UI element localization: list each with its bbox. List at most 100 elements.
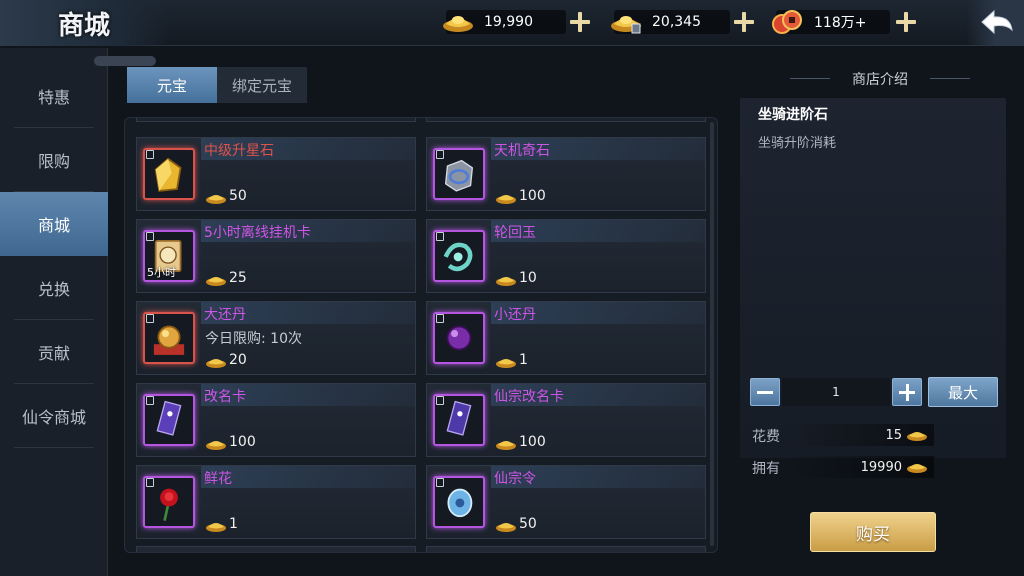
buy-button[interactable]: 购买 [810, 512, 936, 552]
gold-ingot-icon [206, 195, 226, 204]
item-card[interactable]: 中级升星石 50 [136, 137, 416, 211]
nav-item-label: 商城 [37, 216, 70, 235]
item-price: 50 [229, 188, 247, 204]
gold-ingot-icon [496, 277, 516, 286]
decorative-handle [94, 56, 156, 66]
top-bar: 商城 19,990 20,345 118万+ [0, 0, 1024, 46]
shop-intro-label: 商店介绍 [852, 72, 908, 88]
selected-item-desc: 坐骑升阶消耗 [758, 136, 837, 151]
gold-ingot-icon [443, 16, 473, 32]
item-card[interactable]: 5小时离线挂机卡 5小时 25 [136, 219, 416, 293]
item-name: 鲜花 [204, 471, 232, 487]
tab-yuanbao[interactable]: 元宝 [127, 67, 217, 103]
nav-item-label: 限购 [37, 152, 70, 171]
bound-lock-icon [436, 150, 444, 159]
item-name: 仙宗令 [494, 471, 536, 487]
decrease-quantity-button[interactable] [750, 378, 780, 406]
item-card[interactable]: 轮回玉 10 [426, 219, 706, 293]
item-name: 中级升星石 [204, 143, 274, 159]
gold-ingot-icon [206, 277, 226, 286]
grid-scrollbar[interactable] [710, 122, 714, 546]
bound-lock-icon [146, 396, 154, 405]
back-arrow-icon [981, 9, 1013, 35]
left-nav: 特惠 限购 商城 兑换 贡献 仙令商城 [0, 48, 108, 576]
item-card[interactable]: 改名卡 100 [136, 383, 416, 457]
back-button[interactable] [966, 0, 1024, 46]
item-price: 50 [519, 516, 537, 532]
item-purchase-limit: 今日限购: 10次 [205, 331, 302, 347]
item-name: 5小时离线挂机卡 [204, 225, 311, 241]
increase-quantity-button[interactable] [892, 378, 922, 406]
item-card[interactable]: 小还丹 1 [426, 301, 706, 375]
owned-label: 拥有 [752, 461, 780, 477]
item-card-partial [136, 546, 416, 552]
currency-gold: 19,990 [443, 8, 566, 36]
nav-item-specials[interactable]: 特惠 [0, 64, 108, 128]
item-price: 1 [519, 352, 528, 368]
gold-ingot-icon [206, 441, 226, 450]
item-name-bar [201, 466, 415, 488]
currency-bound-gold: 20,345 [611, 8, 730, 36]
add-gold-button[interactable] [566, 8, 594, 36]
item-card-partial [426, 546, 706, 552]
quantity-field[interactable]: 1 [782, 378, 890, 406]
tab-label: 绑定元宝 [231, 76, 292, 95]
gold-ingot-icon [496, 359, 516, 368]
nav-item-mall[interactable]: 商城 [0, 192, 108, 256]
item-price: 1 [229, 516, 238, 532]
item-price: 100 [519, 188, 546, 204]
gold-ingot-icon [496, 441, 516, 450]
item-card[interactable]: 鲜花 1 [136, 465, 416, 539]
copper-coins-icon [772, 10, 802, 34]
item-name: 仙宗改名卡 [494, 389, 564, 405]
selected-item-title: 坐骑进阶石 [758, 107, 828, 123]
item-price: 20 [229, 352, 247, 368]
bound-lock-icon [146, 314, 154, 323]
item-name: 改名卡 [204, 389, 246, 405]
bound-lock-icon [436, 396, 444, 405]
tab-label: 元宝 [156, 76, 187, 95]
item-card-partial [426, 118, 706, 122]
bound-lock-icon [436, 314, 444, 323]
nav-item-xianling-mall[interactable]: 仙令商城 [0, 384, 108, 448]
item-card[interactable]: 仙宗改名卡 100 [426, 383, 706, 457]
nav-item-label: 兑换 [37, 280, 70, 299]
currency-coins: 118万+ [772, 8, 890, 36]
add-bound-gold-button[interactable] [730, 8, 758, 36]
gold-ingot-icon [206, 523, 226, 532]
bound-lock-icon [436, 478, 444, 487]
gold-ingot-icon [496, 523, 516, 532]
item-name: 小还丹 [494, 307, 536, 323]
page-title: 商城 [58, 11, 111, 41]
item-card[interactable]: 仙宗令 50 [426, 465, 706, 539]
item-price: 100 [519, 434, 546, 450]
nav-item-label: 仙令商城 [21, 408, 86, 427]
item-card[interactable]: 天机奇石 100 [426, 137, 706, 211]
item-card-partial [136, 118, 416, 122]
minus-icon [757, 391, 773, 394]
tab-bound-yuanbao[interactable]: 绑定元宝 [217, 67, 307, 103]
nav-item-limited[interactable]: 限购 [0, 128, 108, 192]
nav-item-label: 特惠 [37, 88, 70, 107]
item-price: 10 [519, 270, 537, 286]
buy-label: 购买 [856, 524, 890, 545]
item-badge: 5小时 [147, 266, 176, 279]
cost-label: 花费 [752, 429, 780, 445]
item-name: 轮回玉 [494, 225, 536, 241]
bound-lock-icon [146, 478, 154, 487]
bound-lock-icon [436, 232, 444, 241]
nav-item-label: 贡献 [37, 344, 70, 363]
shop-intro-header: 商店介绍 [790, 66, 970, 92]
item-name: 大还丹 [204, 307, 246, 323]
add-coins-button[interactable] [892, 8, 920, 36]
bound-lock-icon [146, 232, 154, 241]
item-name: 天机奇石 [494, 143, 550, 159]
nav-item-contribution[interactable]: 贡献 [0, 320, 108, 384]
nav-item-exchange[interactable]: 兑换 [0, 256, 108, 320]
bound-lock-icon [146, 150, 154, 159]
gold-ingot-icon [206, 359, 226, 368]
gold-ingot-icon [496, 195, 516, 204]
item-price: 100 [229, 434, 256, 450]
max-quantity-button[interactable]: 最大 [928, 377, 998, 407]
item-card[interactable]: 大还丹今日限购: 10次 20 [136, 301, 416, 375]
